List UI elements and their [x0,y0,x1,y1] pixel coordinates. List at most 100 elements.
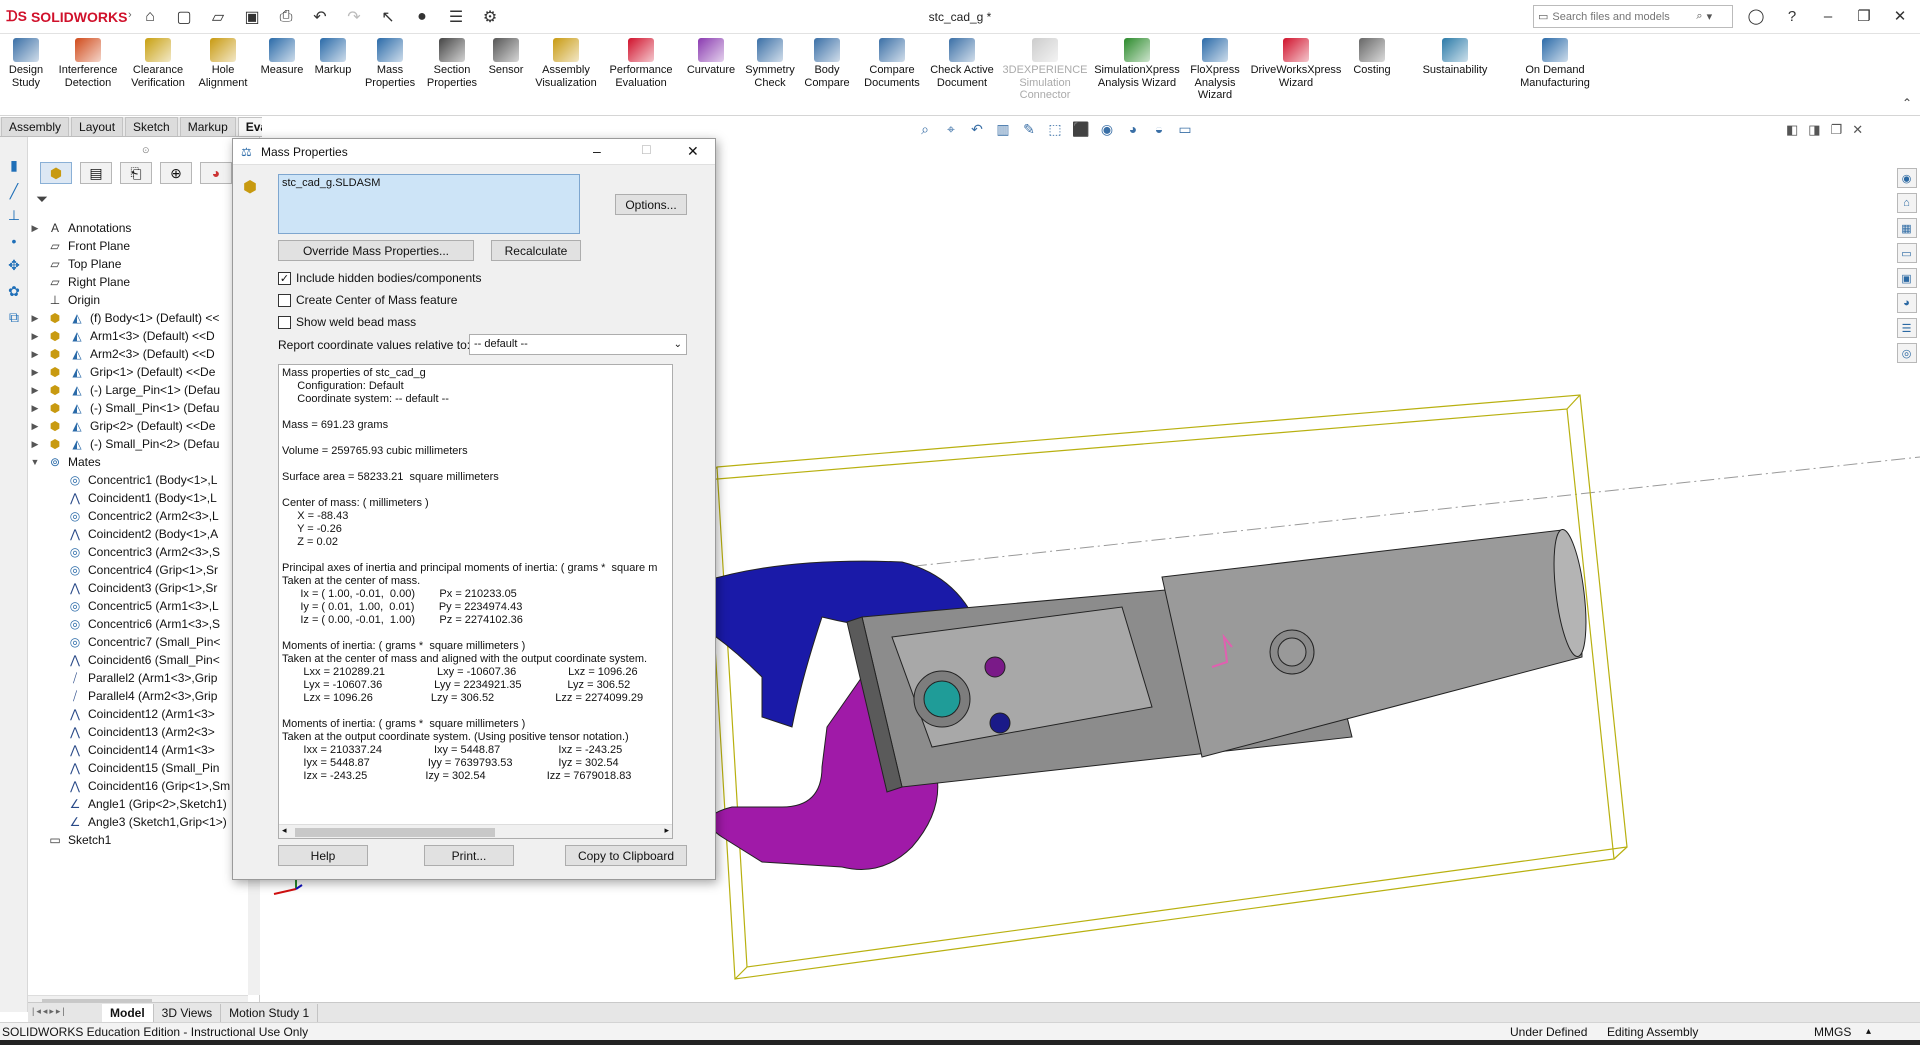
unit-system-button[interactable]: MMGS [1814,1023,1851,1041]
tree-item[interactable]: ▶ ⬢ ◭ Grip<2> (Default) <<De [28,417,216,435]
view-palette-icon[interactable]: ▭ [1896,243,1917,263]
tree-item[interactable]: ▶ ⬢ ◭ Arm2<3> (Default) <<D [28,345,215,363]
design-library-icon[interactable]: ⌂ [1896,193,1917,213]
tab-layout[interactable]: Layout [71,117,124,136]
viewport-close-icon[interactable]: ✕ [1852,122,1863,138]
tab-3d-views[interactable]: 3D Views [154,1003,222,1022]
tree-item[interactable]: ⊥ Origin [28,291,100,309]
view-settings-icon[interactable]: ▭ [1175,121,1195,139]
viewport-next-icon[interactable]: ◨ [1808,122,1820,138]
tree-item[interactable]: ◎ Concentric3 (Arm2<3>,S [52,543,220,561]
configuration-manager-tab-icon[interactable]: ⎗ [120,162,152,184]
measure-button[interactable]: Measure [257,38,307,77]
tree-item[interactable]: ⧸ Parallel2 (Arm1<3>,Grip [52,669,217,687]
undo-icon[interactable]: ↶ [305,6,335,28]
search-dropdown-icon[interactable]: ▾ [1707,10,1713,23]
design-study-button[interactable]: Design Study [4,38,48,89]
display-style-icon[interactable]: ⬛ [1071,121,1091,139]
restore-icon[interactable]: ❐ [1848,4,1880,28]
dialog-maximize-icon[interactable]: ☐ [641,143,652,157]
selected-item[interactable]: stc_cad_g.SLDASM [282,177,380,189]
options-gear-icon[interactable]: ⚙ [475,6,505,28]
tree-item[interactable]: ⋀ Coincident3 (Grip<1>,Sr [52,579,217,597]
dialog-title-bar[interactable]: ⚖ Mass Properties – ☐ ✕ [233,139,715,165]
assembly-visualization-button[interactable]: Assembly Visualization [529,38,603,89]
expand-arrow-icon[interactable]: ▼ [28,453,42,471]
curvature-button[interactable]: Curvature [683,38,739,77]
coordinate-system-select[interactable]: -- default -- ⌄ [469,334,687,355]
3dexperience-simulation-connector-button[interactable]: 3DEXPERIENCE Simulation Connector [1003,38,1088,102]
tree-item[interactable]: ▶ A Annotations [28,219,132,237]
tree-item[interactable]: ◎ Concentric7 (Small_Pin< [52,633,221,651]
results-scroll-thumb[interactable] [295,828,495,837]
override-mass-properties-button[interactable]: Override Mass Properties... [278,240,474,261]
center-of-mass-checkbox[interactable]: Create Center of Mass feature [278,293,457,307]
tab-assembly[interactable]: Assembly [1,117,70,136]
feature-manager-icon[interactable]: ▮ [6,157,22,173]
expand-arrow-icon[interactable]: ▶ [28,363,42,381]
tab-markup[interactable]: Markup [179,117,236,136]
zoom-to-fit-icon[interactable]: ⌕ [915,121,935,139]
filter-icon[interactable]: ⏷ [36,191,48,208]
gear-component-icon[interactable]: ✿ [6,283,22,299]
dialog-close-icon[interactable]: ✕ [687,143,699,160]
edit-appearance-icon[interactable]: ◕ [1123,121,1143,139]
tree-item[interactable]: ▶ ⬢ ◭ (-) Small_Pin<1> (Defau [28,399,220,417]
options-button[interactable]: Options... [615,194,687,215]
mate-icon[interactable]: ⧉ [6,309,22,325]
tree-item[interactable]: ◎ Concentric6 (Arm1<3>,S [52,615,220,633]
sustainability-button[interactable]: Sustainability [1417,38,1493,77]
tree-item[interactable]: ∠ Angle1 (Grip<2>,Sketch1) [52,795,227,813]
floxpress-analysis-wizard-button[interactable]: FloXpress Analysis Wizard [1188,38,1242,102]
home-icon[interactable]: ⌂ [135,6,165,28]
selected-items-list[interactable]: stc_cad_g.SLDASM [278,174,580,234]
sensor-button[interactable]: Sensor [486,38,526,77]
tab-scroll-arrows-icon[interactable]: |◂◂▸▸| [32,1006,67,1017]
tree-item[interactable]: ⧸ Parallel4 (Arm2<3>,Grip [52,687,217,705]
compare-documents-button[interactable]: Compare Documents [860,38,924,89]
apply-scene-icon[interactable]: ◒ [1149,121,1169,139]
custom-properties-icon[interactable]: ☰ [1896,318,1917,338]
include-hidden-checkbox[interactable]: ✓ Include hidden bodies/components [278,271,481,285]
menu-expand-icon[interactable]: › [128,9,132,21]
tree-item[interactable]: ⋀ Coincident2 (Body<1>,A [52,525,218,543]
open-icon[interactable]: ▱ [203,6,233,28]
include-hidden-box[interactable]: ✓ [278,271,291,285]
solidworks-resources-icon[interactable]: ◉ [1896,168,1917,188]
tree-item[interactable]: ▱ Top Plane [28,255,121,273]
axis-icon[interactable]: ⊥ [6,207,22,223]
expand-arrow-icon[interactable]: ▶ [28,327,42,345]
dialog-minimize-icon[interactable]: – [593,143,601,159]
dimxpert-tab-icon[interactable]: ⊕ [160,162,192,184]
expand-arrow-icon[interactable]: ▶ [28,417,42,435]
clearance-verification-button[interactable]: Clearance Verification [127,38,189,89]
scroll-left-icon[interactable]: ◂ [282,825,287,836]
solidworks-logo[interactable]: ᗪS SOLIDWORKS [6,8,127,25]
expand-arrow-icon[interactable]: ▶ [28,435,42,453]
tab-model[interactable]: Model [102,1003,154,1022]
section-view-icon[interactable]: ▥ [993,121,1013,139]
tree-item[interactable]: ▱ Front Plane [28,237,130,255]
tree-item[interactable]: ◎ Concentric2 (Arm2<3>,L [52,507,219,525]
print-button[interactable]: Print... [424,845,514,866]
expand-arrow-icon[interactable]: ▶ [28,381,42,399]
search-box[interactable]: ▭ ⌕ ▾ [1533,5,1733,28]
tree-item[interactable]: ⋀ Coincident13 (Arm2<3> [52,723,215,741]
help-button[interactable]: Help [278,845,368,866]
body-compare-button[interactable]: Body Compare [800,38,854,89]
symmetry-check-button[interactable]: Symmetry Check [743,38,797,89]
tree-item[interactable]: ⋀ Coincident15 (Small_Pin [52,759,219,777]
recalculate-button[interactable]: Recalculate [491,240,581,261]
viewport-prev-icon[interactable]: ◧ [1786,122,1798,138]
tree-item[interactable]: ▭ Sketch1 [28,831,111,849]
zoom-to-area-icon[interactable]: ⌖ [941,121,961,139]
tree-item[interactable]: ◎ Concentric5 (Arm1<3>,L [52,597,219,615]
forum-icon[interactable]: ◎ [1896,343,1917,363]
weld-bead-checkbox[interactable]: Show weld bead mass [278,315,416,329]
display-manager-tab-icon[interactable]: ◕ [200,162,232,184]
new-document-icon[interactable]: ▢ [169,6,199,28]
center-of-mass-box[interactable] [278,293,291,307]
expand-arrow-icon[interactable]: ▶ [28,309,42,327]
costing-button[interactable]: Costing [1347,38,1397,77]
appearances-icon[interactable]: ▣ [1896,268,1917,288]
